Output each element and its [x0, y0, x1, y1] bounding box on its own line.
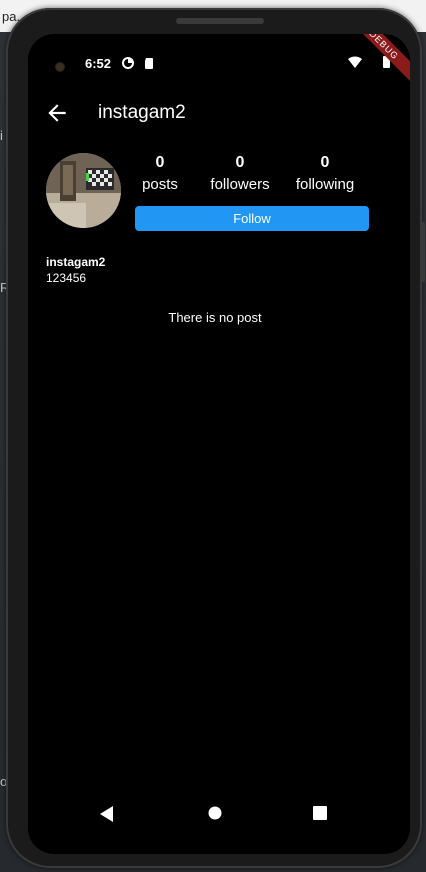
status-time: 6:52	[85, 56, 112, 71]
stat-label: following	[295, 176, 355, 193]
phone-side-button[interactable]	[420, 222, 425, 282]
front-camera	[56, 63, 64, 71]
data-saver-icon	[122, 57, 134, 69]
app-bar: instagam2	[28, 98, 410, 128]
sd-card-icon	[145, 58, 153, 69]
phone-speaker	[176, 18, 264, 24]
nav-recents-icon[interactable]	[313, 806, 327, 820]
back-arrow-icon[interactable]	[44, 100, 70, 126]
profile-avatar[interactable]	[46, 153, 121, 228]
profile-stats: 0 posts 0 followers 0 following	[134, 154, 372, 194]
nav-home-icon[interactable]	[208, 806, 222, 820]
stat-label: followers	[210, 176, 270, 193]
stat-followers[interactable]: 0 followers	[200, 154, 280, 193]
stat-value: 0	[155, 154, 165, 171]
stat-following[interactable]: 0 following	[290, 154, 360, 193]
wifi-icon	[348, 56, 362, 68]
system-nav-bar	[28, 800, 410, 832]
avatar-image	[46, 153, 121, 228]
stat-value: 0	[320, 154, 330, 171]
stat-label: posts	[142, 176, 178, 193]
phone-screen: 6:52 DEBUG instagam2 0 posts 0 followers…	[28, 34, 410, 854]
profile-username: instagam2	[46, 255, 106, 269]
nav-back-icon[interactable]	[100, 806, 114, 822]
empty-posts-message: There is no post	[168, 310, 262, 325]
profile-bio: 123456	[46, 271, 87, 285]
follow-button[interactable]: Follow	[135, 206, 369, 231]
host-side-letter: i	[0, 128, 3, 143]
page-title: instagam2	[98, 102, 186, 123]
stat-posts[interactable]: 0 posts	[134, 154, 186, 193]
status-bar: 6:52	[28, 34, 410, 71]
stat-value: 0	[235, 154, 245, 171]
